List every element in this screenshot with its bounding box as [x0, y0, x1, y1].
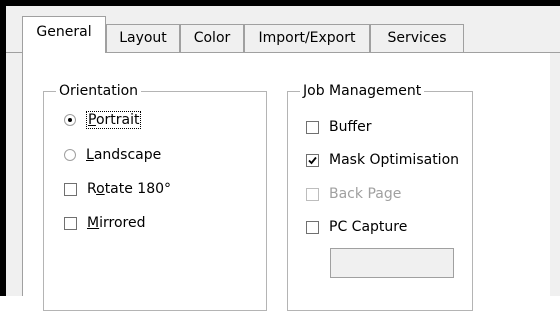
window-border-top	[0, 0, 560, 6]
pc-capture-option[interactable]: PC Capture	[306, 216, 407, 238]
portrait-option[interactable]: Portrait	[64, 109, 142, 131]
tab-services[interactable]: Services	[370, 24, 464, 52]
rotate-180-label[interactable]: Rotate 180°	[87, 181, 171, 197]
job-management-group-title: Job Management	[300, 82, 425, 100]
pc-capture-checkbox[interactable]	[306, 220, 319, 234]
buffer-checkbox[interactable]	[306, 120, 319, 134]
pc-capture-input	[330, 248, 454, 278]
buffer-option[interactable]: Buffer	[306, 116, 372, 138]
rotate-180-option[interactable]: Rotate 180°	[64, 178, 171, 200]
landscape-radio[interactable]	[64, 149, 76, 161]
checkmark-icon	[308, 156, 317, 164]
mask-optimisation-checkbox[interactable]	[306, 153, 319, 167]
window-border-left	[0, 0, 6, 296]
orientation-group: Orientation Portrait Landscape Rotate 18…	[43, 82, 267, 311]
landscape-option[interactable]: Landscape	[64, 144, 161, 166]
tab-import-export[interactable]: Import/Export	[244, 24, 370, 52]
general-tab-panel: Orientation Portrait Landscape Rotate 18…	[22, 52, 550, 311]
portrait-label[interactable]: Portrait	[86, 111, 142, 129]
back-page-label: Back Page	[329, 186, 402, 202]
job-management-group: Job Management Buffer Mask Optimisation …	[287, 82, 473, 311]
tab-layout[interactable]: Layout	[106, 24, 180, 52]
tab-general[interactable]: General	[22, 16, 106, 53]
rotate-180-checkbox[interactable]	[64, 182, 77, 196]
portrait-radio[interactable]	[64, 114, 76, 126]
orientation-group-title: Orientation	[56, 82, 142, 100]
mask-optimisation-label[interactable]: Mask Optimisation	[329, 152, 459, 168]
buffer-label[interactable]: Buffer	[329, 119, 372, 135]
landscape-label[interactable]: Landscape	[86, 147, 161, 163]
mask-optimisation-option[interactable]: Mask Optimisation	[306, 149, 459, 171]
mirrored-option[interactable]: Mirrored	[64, 212, 145, 234]
mirrored-checkbox[interactable]	[64, 216, 77, 230]
mirrored-label[interactable]: Mirrored	[87, 215, 145, 231]
back-page-checkbox	[306, 187, 319, 201]
pc-capture-label[interactable]: PC Capture	[329, 219, 407, 235]
back-page-option: Back Page	[306, 183, 401, 205]
tab-color[interactable]: Color	[180, 24, 244, 52]
printer-properties-window: General Layout Color Import/Export Servi…	[0, 0, 560, 311]
